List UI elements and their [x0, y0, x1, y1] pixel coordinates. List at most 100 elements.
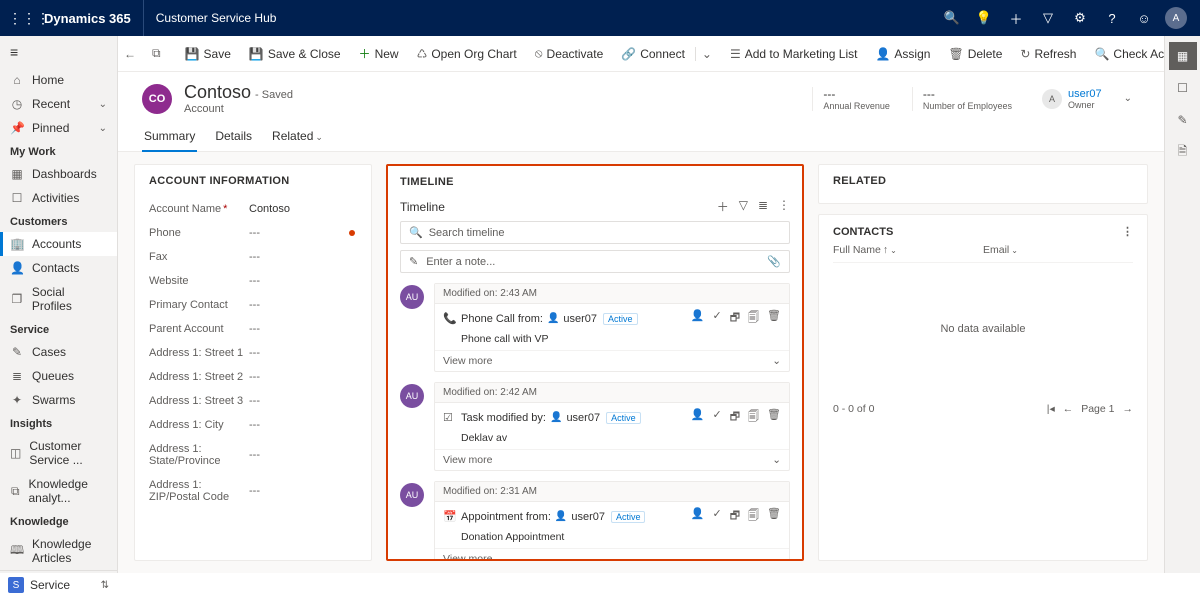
add-to-queue-icon[interactable]: 🗐 [748, 507, 759, 526]
open-record-icon[interactable]: 🗗 [730, 309, 740, 328]
activity-user[interactable]: user07 [571, 511, 605, 523]
nav-queues[interactable]: ≣Queues [0, 364, 117, 388]
field-street1[interactable]: Address 1: Street 1--- [149, 341, 357, 365]
field-account-name[interactable]: Account Name*Contoso [149, 197, 357, 221]
add-icon[interactable]: ＋ [1000, 0, 1032, 36]
settings-icon[interactable]: ⚙ [1064, 0, 1096, 36]
nav-social[interactable]: ❐Social Profiles [0, 280, 117, 318]
field-phone[interactable]: Phone--- [149, 221, 357, 245]
rail-assistant-icon[interactable]: ☐ [1169, 74, 1197, 102]
nav-cases[interactable]: ✎Cases [0, 340, 117, 364]
timeline-item: AUModified on: 2:31 AM📅Appointment from:… [400, 481, 790, 561]
timeline-note-input[interactable]: ✎ Enter a note... 📎 [400, 250, 790, 273]
open-new-window-button[interactable]: ⧉ [144, 42, 169, 65]
owner-field[interactable]: A user07 Owner ⌄ [1034, 88, 1140, 110]
form-tabs: Summary Details Related⌄ [118, 115, 1164, 152]
attach-icon[interactable]: 📎 [767, 255, 781, 268]
view-more-button[interactable]: View more⌄ [435, 548, 789, 561]
timeline-filter-icon[interactable]: ▽ [739, 198, 748, 215]
field-primary-contact[interactable]: Primary Contact--- [149, 293, 357, 317]
view-more-button[interactable]: View more⌄ [435, 449, 789, 470]
delete-icon[interactable]: 🗑 [767, 507, 781, 526]
tab-details[interactable]: Details [213, 123, 254, 151]
nav-activities[interactable]: ☐Activities [0, 186, 117, 210]
contacts-more-icon[interactable]: ⋮ [1122, 225, 1133, 238]
add-to-queue-icon[interactable]: 🗐 [748, 408, 759, 427]
nav-contacts[interactable]: 👤Contacts [0, 256, 117, 280]
close-activity-icon[interactable]: ✓ [712, 309, 721, 328]
tab-related[interactable]: Related⌄ [270, 123, 325, 151]
chevron-down-icon: ⌄ [695, 47, 712, 61]
timeline-search[interactable]: 🔍 Search timeline [400, 221, 790, 244]
refresh-button[interactable]: ↻Refresh [1012, 43, 1084, 65]
deactivate-button[interactable]: ⦸Deactivate [527, 42, 612, 65]
feedback-icon[interactable]: ☺ [1128, 0, 1160, 36]
area-switcher[interactable]: S Service ⇅ [0, 570, 117, 599]
filter-icon[interactable]: ▽ [1032, 0, 1064, 36]
nav-pinned[interactable]: 📌Pinned⌄ [0, 116, 117, 140]
page-first-icon[interactable]: |◂ [1047, 403, 1055, 415]
social-icon: ❐ [10, 292, 24, 306]
add-marketing-list-button[interactable]: ☰Add to Marketing List [722, 43, 866, 65]
back-button[interactable]: ← [124, 47, 136, 61]
close-activity-icon[interactable]: ✓ [712, 507, 721, 526]
delete-icon[interactable]: 🗑 [767, 408, 781, 427]
activity-user[interactable]: user07 [563, 313, 597, 325]
assign-icon[interactable]: 👤 [691, 309, 705, 328]
lightbulb-icon[interactable]: 💡 [968, 0, 1000, 36]
lock-icon: 🔍 [1094, 47, 1109, 61]
timeline-more-icon[interactable]: ⋮ [778, 198, 790, 215]
field-parent-account[interactable]: Parent Account--- [149, 317, 357, 341]
new-button[interactable]: ＋New [351, 41, 407, 66]
field-city[interactable]: Address 1: City--- [149, 413, 357, 437]
save-button[interactable]: 💾Save [177, 43, 239, 65]
open-record-icon[interactable]: 🗗 [730, 507, 740, 526]
col-email[interactable]: Email⌄ [983, 244, 1133, 256]
delete-button[interactable]: 🗑Delete [940, 43, 1010, 65]
field-fax[interactable]: Fax--- [149, 245, 357, 269]
help-icon[interactable]: ? [1096, 0, 1128, 36]
timeline-subtitle: Timeline [400, 200, 445, 214]
field-website[interactable]: Website--- [149, 269, 357, 293]
nav-cs-insights[interactable]: ◫Customer Service ... [0, 434, 117, 472]
open-org-chart-button[interactable]: ♺Open Org Chart [409, 43, 525, 65]
assign-icon[interactable]: 👤 [691, 507, 705, 526]
app-launcher-icon[interactable]: ⋮⋮⋮ [8, 10, 32, 27]
rail-related-icon[interactable]: ▦ [1169, 42, 1197, 70]
rail-details-icon[interactable]: 🗎 [1169, 138, 1197, 166]
field-street2[interactable]: Address 1: Street 2--- [149, 365, 357, 389]
activity-kind-label: Appointment from: [461, 511, 551, 523]
save-close-button[interactable]: 💾Save & Close [241, 43, 349, 65]
tab-summary[interactable]: Summary [142, 123, 197, 151]
nav-home[interactable]: ⌂Home [0, 68, 117, 92]
add-to-queue-icon[interactable]: 🗐 [748, 309, 759, 328]
nav-knowledge-articles[interactable]: 🕮Knowledge Articles [0, 532, 117, 570]
activity-user[interactable]: user07 [566, 412, 600, 424]
nav-knowledge-analytics[interactable]: ⧉Knowledge analyt... [0, 472, 117, 510]
assign-icon[interactable]: 👤 [691, 408, 705, 427]
close-activity-icon[interactable]: ✓ [712, 408, 721, 427]
page-next-icon[interactable]: → [1123, 403, 1134, 415]
rail-tools-icon[interactable]: ✎ [1169, 106, 1197, 134]
delete-icon[interactable]: 🗑 [767, 309, 781, 328]
open-record-icon[interactable]: 🗗 [730, 408, 740, 427]
field-zip[interactable]: Address 1: ZIP/Postal Code--- [149, 473, 357, 509]
nav-dashboards[interactable]: ▦Dashboards [0, 162, 117, 186]
timeline-add-icon[interactable]: ＋ [717, 198, 729, 215]
user-avatar[interactable]: A [1160, 0, 1192, 36]
timeline-sort-icon[interactable]: ≣ [758, 198, 768, 215]
nav-accounts[interactable]: 🏢Accounts [0, 232, 117, 256]
nav-collapse-icon[interactable]: ≡ [0, 36, 117, 68]
connect-button[interactable]: 🔗Connect⌄ [613, 43, 720, 65]
section-title: ACCOUNT INFORMATION [149, 175, 357, 187]
field-street3[interactable]: Address 1: Street 3--- [149, 389, 357, 413]
nav-recent[interactable]: ◷Recent⌄ [0, 92, 117, 116]
assign-button[interactable]: 👤Assign [867, 43, 938, 65]
col-full-name[interactable]: Full Name↑⌄ [833, 244, 983, 256]
search-icon[interactable]: 🔍 [936, 0, 968, 36]
field-state[interactable]: Address 1: State/Province--- [149, 437, 357, 473]
page-prev-icon[interactable]: ← [1063, 403, 1074, 415]
account-info-section: ACCOUNT INFORMATION Account Name*Contoso… [134, 164, 372, 561]
nav-swarms[interactable]: ✦Swarms [0, 388, 117, 412]
view-more-button[interactable]: View more⌄ [435, 350, 789, 371]
